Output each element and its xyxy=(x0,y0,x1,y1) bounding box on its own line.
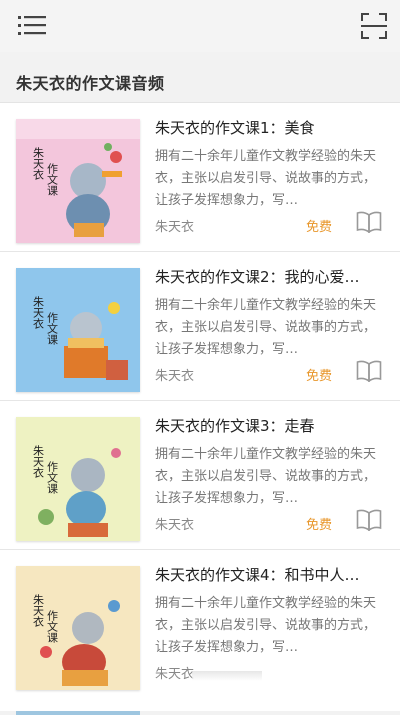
book-open-icon[interactable] xyxy=(356,360,382,383)
book-open-icon[interactable] xyxy=(356,509,382,532)
list-item[interactable]: 朱天衣 作文课 朱天衣的作文课1：美食 拥有二十余年儿童作文教学经验的朱天衣，主… xyxy=(0,103,400,252)
cover-subtitle-text: 作文课 xyxy=(46,461,59,495)
item-price: 免费 xyxy=(306,369,333,384)
section-header: 朱天衣的作文课音频 xyxy=(0,58,400,103)
list-item-partial[interactable] xyxy=(0,697,400,715)
item-title: 朱天衣的作文课4：和书中人… xyxy=(155,566,360,584)
cover-author-text: 朱天衣 xyxy=(32,594,45,627)
audio-list: 朱天衣 作文课 朱天衣的作文课1：美食 拥有二十余年儿童作文教学经验的朱天衣，主… xyxy=(0,103,400,699)
top-bar xyxy=(0,0,400,52)
book-open-icon[interactable] xyxy=(356,211,382,234)
item-price: 免费 xyxy=(306,220,333,235)
item-description: 拥有二十余年儿童作文教学经验的朱天衣，主张以启发引导、说故事的方式，让孩子发挥想… xyxy=(155,149,377,208)
cover-subtitle-text: 作文课 xyxy=(46,312,59,346)
item-author: 朱天衣 xyxy=(155,369,195,384)
item-title: 朱天衣的作文课2：我的心爱… xyxy=(155,268,360,286)
list-item[interactable]: 朱天衣 作文课 朱天衣的作文课3：走春 拥有二十余年儿童作文教学经验的朱天衣，主… xyxy=(0,401,400,550)
book-cover-image: 朱天衣 作文课 xyxy=(16,268,140,392)
cover-subtitle-text: 作文课 xyxy=(46,610,59,644)
menu-icon[interactable] xyxy=(18,12,48,38)
scan-icon[interactable] xyxy=(360,12,388,40)
item-price: 免费 xyxy=(306,518,333,533)
item-description: 拥有二十余年儿童作文教学经验的朱天衣，主张以启发引导、说故事的方式，让孩子发挥想… xyxy=(155,298,377,357)
list-item[interactable]: 朱天衣 作文课 朱天衣的作文课2：我的心爱… 拥有二十余年儿童作文教学经验的朱天… xyxy=(0,252,400,401)
item-title: 朱天衣的作文课3：走春 xyxy=(155,417,315,435)
cover-subtitle-text: 作文课 xyxy=(46,163,59,197)
item-author: 朱天衣 xyxy=(155,667,195,682)
item-author: 朱天衣 xyxy=(155,220,195,235)
cover-author-text: 朱天衣 xyxy=(32,296,45,329)
item-description: 拥有二十余年儿童作文教学经验的朱天衣，主张以启发引导、说故事的方式，让孩子发挥想… xyxy=(155,447,377,506)
item-title: 朱天衣的作文课1：美食 xyxy=(155,119,315,137)
section-title: 朱天衣的作文课音频 xyxy=(16,74,165,93)
book-cover-image: 朱天衣 作文课 xyxy=(16,566,140,690)
cover-author-text: 朱天衣 xyxy=(32,147,45,180)
book-cover-image xyxy=(16,711,140,715)
loading-overlay-bar xyxy=(192,671,262,681)
item-description: 拥有二十余年儿童作文教学经验的朱天衣，主张以启发引导、说故事的方式，让孩子发挥想… xyxy=(155,596,377,655)
book-cover-image: 朱天衣 作文课 xyxy=(16,119,140,243)
item-author: 朱天衣 xyxy=(155,518,195,533)
book-cover-image: 朱天衣 作文课 xyxy=(16,417,140,541)
cover-author-text: 朱天衣 xyxy=(32,445,45,478)
